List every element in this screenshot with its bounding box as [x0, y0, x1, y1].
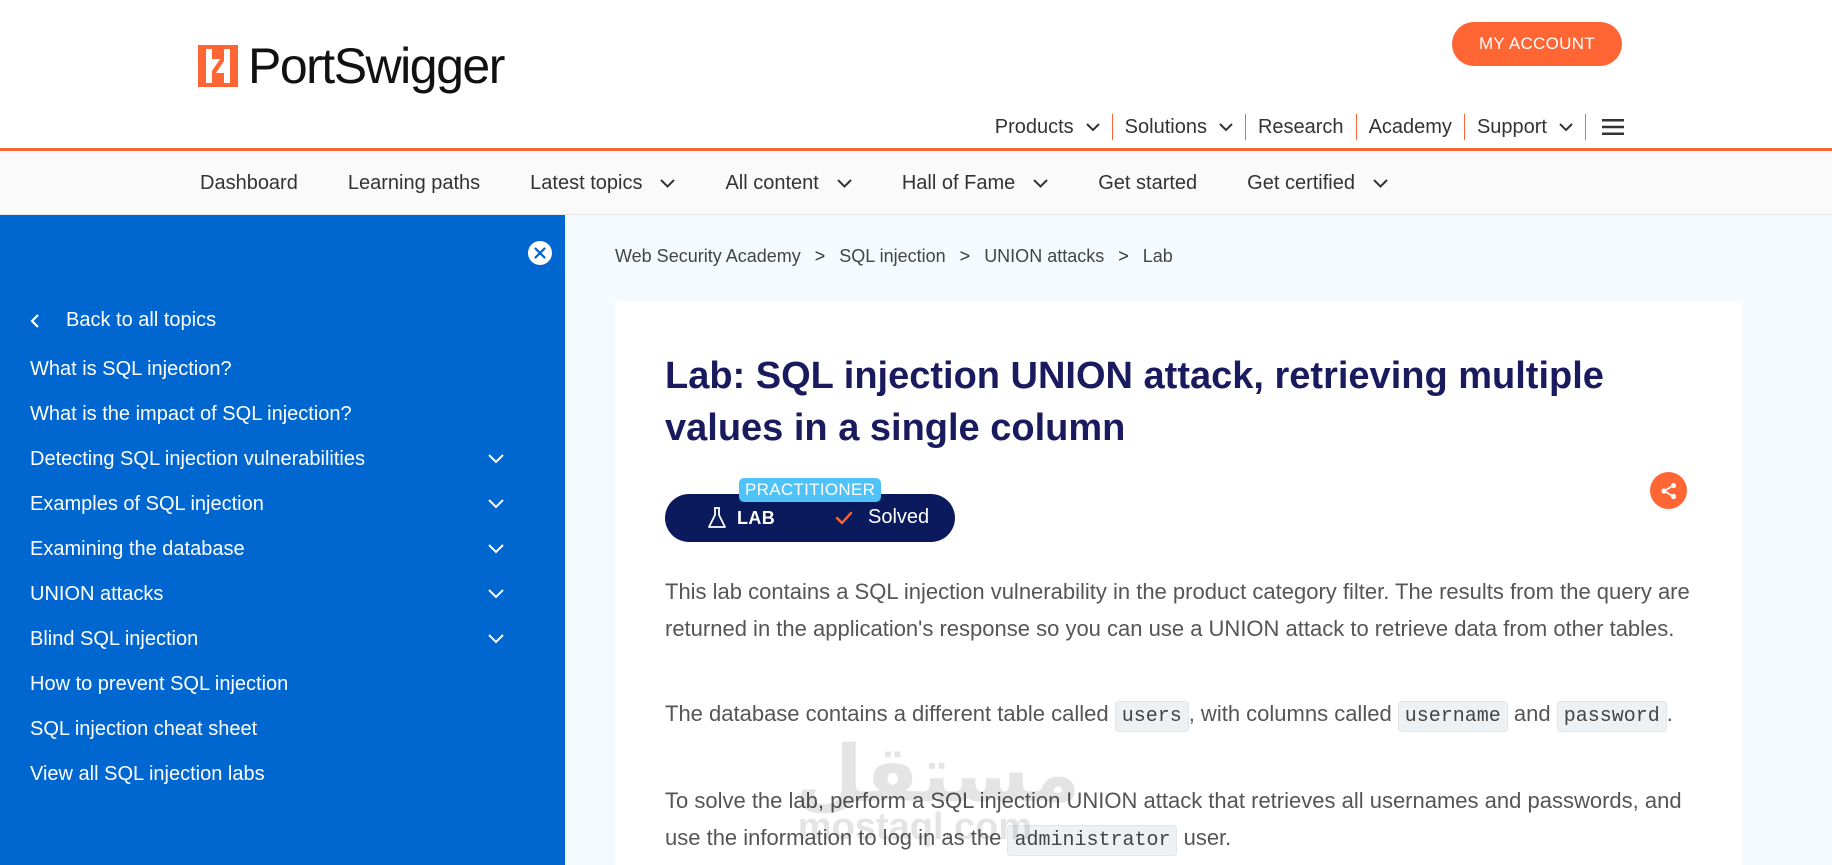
lab-database-paragraph: The database contains a different table …	[665, 695, 1690, 735]
sidebar-item-label: UNION attacks	[30, 582, 164, 605]
top-nav-research[interactable]: Research	[1246, 114, 1357, 140]
sidebar-item-cheat-sheet[interactable]: SQL injection cheat sheet	[30, 714, 510, 744]
sub-nav-label: Get certified	[1247, 171, 1355, 194]
chevron-down-icon[interactable]	[488, 589, 504, 599]
chevron-down-icon[interactable]	[488, 544, 504, 554]
lab-goal-paragraph: To solve the lab, perform a SQL injectio…	[665, 782, 1690, 859]
close-sidebar-button[interactable]	[528, 241, 552, 265]
text-fragment: user.	[1177, 825, 1232, 850]
sub-nav-hall-of-fame[interactable]: Hall of Fame	[902, 172, 1048, 195]
sidebar-item-what-is-sqli[interactable]: What is SQL injection?	[30, 354, 510, 384]
chevron-left-icon	[30, 313, 39, 328]
sidebar-item-label: What is SQL injection?	[30, 357, 232, 380]
sidebar-item-label: Examples of SQL injection	[30, 492, 264, 515]
chevron-down-icon	[1085, 122, 1100, 131]
sub-nav-learning-paths[interactable]: Learning paths	[348, 172, 480, 195]
breadcrumb-item-union-attacks[interactable]: UNION attacks	[984, 246, 1104, 267]
site-header: PortSwigger MY ACCOUNT Products Solution…	[0, 0, 1832, 151]
sidebar-item-examining-database[interactable]: Examining the database	[30, 534, 510, 564]
top-nav-solutions[interactable]: Solutions	[1113, 114, 1246, 140]
hamburger-menu-icon	[1602, 119, 1624, 135]
breadcrumb-separator: >	[1118, 246, 1129, 266]
share-icon	[1660, 482, 1676, 499]
chevron-down-icon[interactable]	[488, 499, 504, 509]
breadcrumb-item-sql-injection[interactable]: SQL injection	[839, 246, 945, 267]
chevron-down-icon[interactable]	[488, 454, 504, 464]
breadcrumb-item-academy[interactable]: Web Security Academy	[615, 246, 801, 267]
flask-icon	[708, 507, 726, 528]
top-nav-products[interactable]: Products	[983, 114, 1113, 140]
sub-nav-get-started[interactable]: Get started	[1098, 172, 1197, 195]
sub-nav-label: Dashboard	[200, 171, 298, 194]
top-nav-label: Research	[1257, 115, 1344, 138]
chevron-down-icon	[837, 178, 852, 188]
my-account-button[interactable]: MY ACCOUNT	[1452, 22, 1622, 66]
sidebar-item-label: SQL injection cheat sheet	[30, 717, 258, 740]
portswigger-logo-icon	[198, 45, 238, 87]
breadcrumb-item-lab[interactable]: Lab	[1143, 246, 1173, 267]
top-nav-academy[interactable]: Academy	[1357, 114, 1465, 140]
sidebar-item-label: What is the impact of SQL injection?	[30, 402, 352, 425]
sub-nav-all-content[interactable]: All content	[725, 171, 852, 195]
hamburger-menu-button[interactable]	[1586, 118, 1624, 136]
sub-nav-dashboard[interactable]: Dashboard	[200, 172, 298, 195]
sub-nav-label: Learning paths	[347, 171, 481, 194]
back-to-all-topics-link[interactable]: Back to all topics	[30, 309, 216, 332]
sidebar-item-examples[interactable]: Examples of SQL injection	[30, 489, 510, 519]
top-nav-support[interactable]: Support	[1465, 114, 1586, 140]
academy-sub-nav: Dashboard Learning paths Latest topics A…	[0, 151, 1832, 215]
lab-status-text: Solved	[868, 506, 930, 528]
sub-nav-get-certified[interactable]: Get certified	[1247, 172, 1388, 195]
code-administrator: administrator	[1007, 825, 1178, 856]
sidebar-item-label: Examining the database	[30, 537, 245, 560]
sidebar-item-label: Detecting SQL injection vulnerabilities	[30, 447, 365, 470]
sub-nav-label: Get started	[1098, 171, 1198, 194]
chevron-down-icon	[1219, 122, 1233, 131]
text-fragment: .	[1666, 701, 1673, 726]
chevron-down-icon	[1373, 178, 1388, 188]
sidebar-item-detecting[interactable]: Detecting SQL injection vulnerabilities	[30, 444, 510, 474]
lab-description-paragraph: This lab contains a SQL injection vulner…	[665, 579, 1690, 641]
portswigger-logo[interactable]: PortSwigger	[198, 38, 505, 94]
page-title: Lab: SQL injection UNION attack, retriev…	[665, 355, 1604, 449]
chevron-down-icon	[1033, 178, 1048, 188]
top-nav-label: Solutions	[1124, 115, 1207, 138]
chevron-down-icon	[660, 178, 676, 188]
sidebar-item-blind-sqli[interactable]: Blind SQL injection	[30, 624, 510, 654]
top-nav-label: Support	[1476, 115, 1547, 138]
text-fragment: The database contains a different table …	[665, 701, 1115, 726]
chevron-down-icon[interactable]	[488, 634, 504, 644]
sub-nav-label: Latest topics	[530, 171, 643, 194]
top-nav-label: Academy	[1368, 115, 1452, 138]
chevron-down-icon	[1559, 122, 1573, 131]
sub-nav-label: Hall of Fame	[901, 171, 1016, 194]
lab-label: LAB	[737, 508, 776, 528]
breadcrumb-separator: >	[814, 246, 826, 266]
breadcrumb-separator: >	[959, 246, 971, 266]
sidebar-item-impact[interactable]: What is the impact of SQL injection?	[30, 399, 510, 429]
lab-level-tag: PRACTITIONER	[739, 478, 882, 502]
sidebar-item-prevent[interactable]: How to prevent SQL injection	[30, 669, 510, 699]
share-button[interactable]	[1650, 472, 1687, 509]
close-icon	[534, 247, 546, 259]
text-fragment: and	[1507, 701, 1557, 726]
text-fragment: , with columns called	[1188, 701, 1398, 726]
code-password: password	[1556, 701, 1667, 732]
sidebar-item-union-attacks[interactable]: UNION attacks	[30, 579, 510, 609]
top-nav-label: Products	[994, 115, 1074, 138]
code-users: users	[1114, 701, 1189, 732]
sidebar-item-all-labs[interactable]: View all SQL injection labs	[30, 759, 510, 789]
back-link-label: Back to all topics	[66, 309, 217, 331]
sidebar-item-label: View all SQL injection labs	[30, 762, 265, 785]
sub-nav-label: All content	[725, 171, 819, 194]
top-nav: Products Solutions Research Academy Supp…	[983, 112, 1624, 142]
checkmark-icon	[835, 511, 853, 525]
sidebar-item-label: How to prevent SQL injection	[30, 672, 289, 695]
sidebar-item-label: Blind SQL injection	[30, 627, 199, 650]
code-username: username	[1397, 701, 1508, 732]
breadcrumb: Web Security Academy > SQL injection > U…	[615, 246, 1173, 267]
logo-text: PortSwigger	[248, 38, 505, 94]
sub-nav-latest-topics[interactable]: Latest topics	[530, 171, 676, 195]
